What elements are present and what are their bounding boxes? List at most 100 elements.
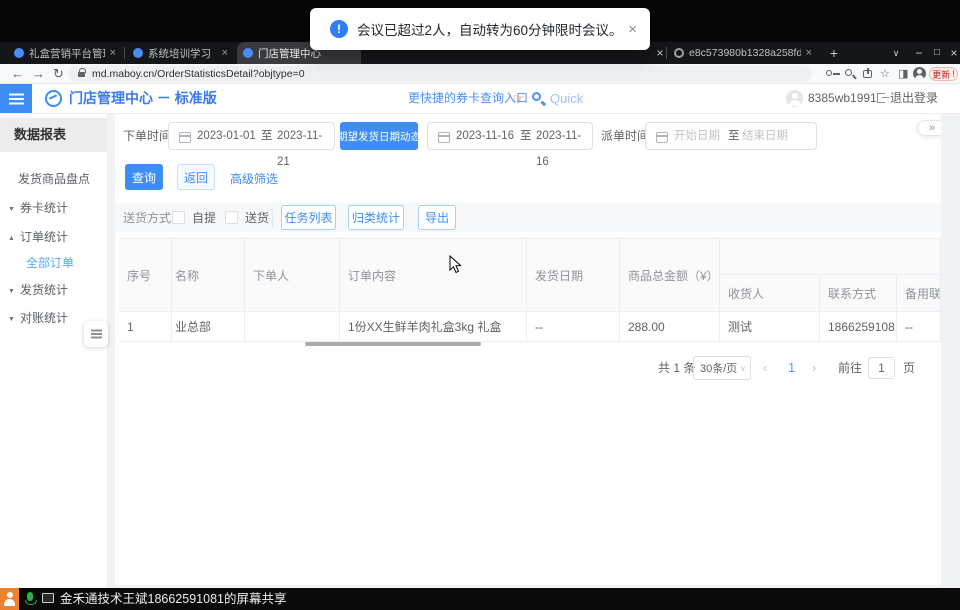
- date-start: 2023-11-16: [456, 123, 514, 149]
- app-logo-icon: [45, 90, 62, 107]
- info-icon: !: [330, 20, 348, 38]
- sidebar-item-order-stats[interactable]: ▲订单统计: [0, 224, 107, 250]
- sidebar-collapse-handle[interactable]: [84, 321, 108, 347]
- window-close-button[interactable]: ×: [946, 42, 960, 64]
- url-text[interactable]: md.maboy.cn/OrderStatisticsDetail?objtyp…: [92, 66, 305, 82]
- delivery-label: 送货: [245, 204, 269, 232]
- update-badge: !: [952, 69, 955, 79]
- chevron-up-icon: ▲: [8, 226, 20, 252]
- col-group-header-receiver-info: [720, 239, 941, 275]
- dispatch-time-range-input[interactable]: 开始日期 至 结束日期: [645, 122, 817, 150]
- task-list-button[interactable]: 任务列表: [281, 205, 336, 230]
- row-cell-content: 1份XX生鲜羊肉礼盒3kg 礼盒: [340, 312, 527, 342]
- menu-toggle-button[interactable]: [0, 84, 32, 113]
- range-separator: 至: [261, 123, 273, 149]
- classify-stats-button[interactable]: 归类统计: [348, 205, 404, 230]
- chevron-down-icon: ▼: [8, 279, 20, 305]
- reload-icon[interactable]: ↻: [53, 64, 64, 84]
- prev-page-button[interactable]: ‹: [763, 356, 767, 380]
- chevron-down-icon: ▼: [8, 307, 20, 333]
- row-cell-index: 1: [119, 312, 172, 342]
- col-header-ship-date: 发货日期: [527, 239, 620, 312]
- delivery-checkbox[interactable]: [225, 211, 238, 224]
- back-button[interactable]: 返回: [177, 164, 215, 190]
- tab-close-icon[interactable]: ×: [110, 48, 116, 59]
- calendar-icon: [656, 132, 668, 143]
- forward-icon[interactable]: →: [32, 64, 45, 84]
- page-size-select[interactable]: 30条/页 ∨: [693, 356, 751, 380]
- key-icon[interactable]: [826, 70, 832, 76]
- screen: 礼盒营销平台管理中心 × 系统培训学习 × 门店管理中心 × e8c573980…: [0, 0, 960, 610]
- pickup-checkbox[interactable]: [172, 211, 185, 224]
- col-header-content: 订单内容: [340, 239, 527, 312]
- browser-tab-gift-platform[interactable]: 礼盒营销平台管理中心 ×: [8, 42, 122, 64]
- horizontal-scrollbar[interactable]: [305, 342, 481, 346]
- col-header-receiver: 收货人: [720, 275, 820, 312]
- globe-favicon: [674, 48, 684, 58]
- expected-ship-date-button[interactable]: 期望发货日期动态: [340, 122, 418, 150]
- toast-message: 会议已超过2人，自动转为60分钟限时会议。: [357, 19, 623, 39]
- tab-separator: [666, 47, 667, 59]
- date-end: 2023-11-21: [277, 123, 334, 149]
- address-bar[interactable]: md.maboy.cn/OrderStatisticsDetail?objtyp…: [68, 66, 812, 82]
- hamburger-icon: [9, 98, 24, 100]
- quick-card-entry-link[interactable]: 更快捷的券卡查询入口: [408, 84, 528, 113]
- chevron-down-icon: ∨: [740, 357, 746, 381]
- query-button[interactable]: 查询: [125, 164, 163, 190]
- tab-close-icon[interactable]: ×: [806, 48, 812, 59]
- mouse-cursor: [449, 255, 462, 274]
- zoom-icon[interactable]: [845, 69, 852, 76]
- app-title: 门店管理中心 － 标准版: [69, 84, 217, 113]
- pickup-label: 自提: [192, 204, 216, 232]
- sidebar-item-coupon-stats[interactable]: ▼券卡统计: [0, 195, 107, 221]
- logout-icon: [877, 93, 885, 103]
- bookmark-star-icon[interactable]: ☆: [880, 67, 890, 81]
- export-button[interactable]: 导出: [418, 205, 456, 230]
- browser-update-button[interactable]: 更新 !: [929, 67, 958, 81]
- order-time-range-input[interactable]: 2023-01-01 至 2023-11-21: [168, 122, 335, 150]
- share-icon[interactable]: [863, 70, 872, 78]
- microphone-icon[interactable]: [27, 592, 33, 601]
- toast-close-icon[interactable]: ×: [628, 21, 637, 38]
- reading-list-icon[interactable]: ◨: [898, 67, 908, 81]
- content-card: 下单时间 2023-01-01 至 2023-11-21 期望发货日期动态 20…: [115, 114, 941, 585]
- row-cell-ship-date: --: [527, 312, 620, 342]
- calendar-icon: [438, 132, 450, 143]
- user-avatar: [786, 90, 803, 107]
- expand-filters-button[interactable]: »: [917, 120, 941, 136]
- logout-button[interactable]: 退出登录: [890, 84, 938, 113]
- tab-close-icon[interactable]: ×: [222, 48, 228, 59]
- new-tab-button[interactable]: +: [826, 42, 842, 64]
- expected-ship-range-input[interactable]: 2023-11-16 至 2023-11-16: [427, 122, 593, 150]
- person-icon[interactable]: [0, 588, 19, 610]
- goto-page-input[interactable]: [868, 357, 895, 379]
- delivery-method-band: [115, 203, 941, 232]
- sidebar-item-shipment-inventory[interactable]: 发货商品盘点: [0, 166, 107, 192]
- tab-title: 礼盒营销平台管理中心: [29, 46, 105, 61]
- page-unit-label: 页: [903, 356, 915, 380]
- tab-title: 系统培训学习: [148, 46, 217, 61]
- quick-label[interactable]: Quick: [550, 84, 583, 113]
- browser-tab-training[interactable]: 系统培训学习 ×: [127, 42, 234, 64]
- window-maximize-button[interactable]: □: [929, 42, 945, 64]
- row-cell-amount: 288.00: [620, 312, 720, 342]
- browser-toolbar: ← → ↻ md.maboy.cn/OrderStatisticsDetail?…: [0, 64, 960, 84]
- browser-tab-hash[interactable]: e8c573980b1328a258fd2e6f8 ×: [668, 42, 818, 64]
- range-separator: 至: [728, 123, 740, 149]
- next-page-button[interactable]: ›: [812, 356, 816, 380]
- col-header-backup-contact: 备用联系方式: [897, 275, 941, 312]
- col-header-amount: 商品总金额（¥）: [620, 239, 720, 312]
- pointing-finger-icon: ☞: [513, 84, 525, 113]
- tab-favicon: [243, 48, 253, 58]
- profile-avatar-icon[interactable]: [913, 67, 926, 80]
- date-start: 2023-01-01: [197, 123, 256, 149]
- sidebar-item-shipping-stats[interactable]: ▼发货统计: [0, 277, 107, 303]
- window-minimize-button[interactable]: −: [911, 42, 927, 64]
- tab-search-chevron-icon[interactable]: ∨: [888, 42, 904, 64]
- quick-search-icon[interactable]: [532, 92, 541, 101]
- sidebar-item-all-orders-active[interactable]: 全部订单: [0, 250, 107, 276]
- back-icon[interactable]: ←: [11, 64, 24, 84]
- current-page[interactable]: 1: [788, 356, 795, 380]
- advanced-filter-link[interactable]: 高级筛选: [230, 170, 278, 187]
- order-time-label: 下单时间: [123, 122, 171, 150]
